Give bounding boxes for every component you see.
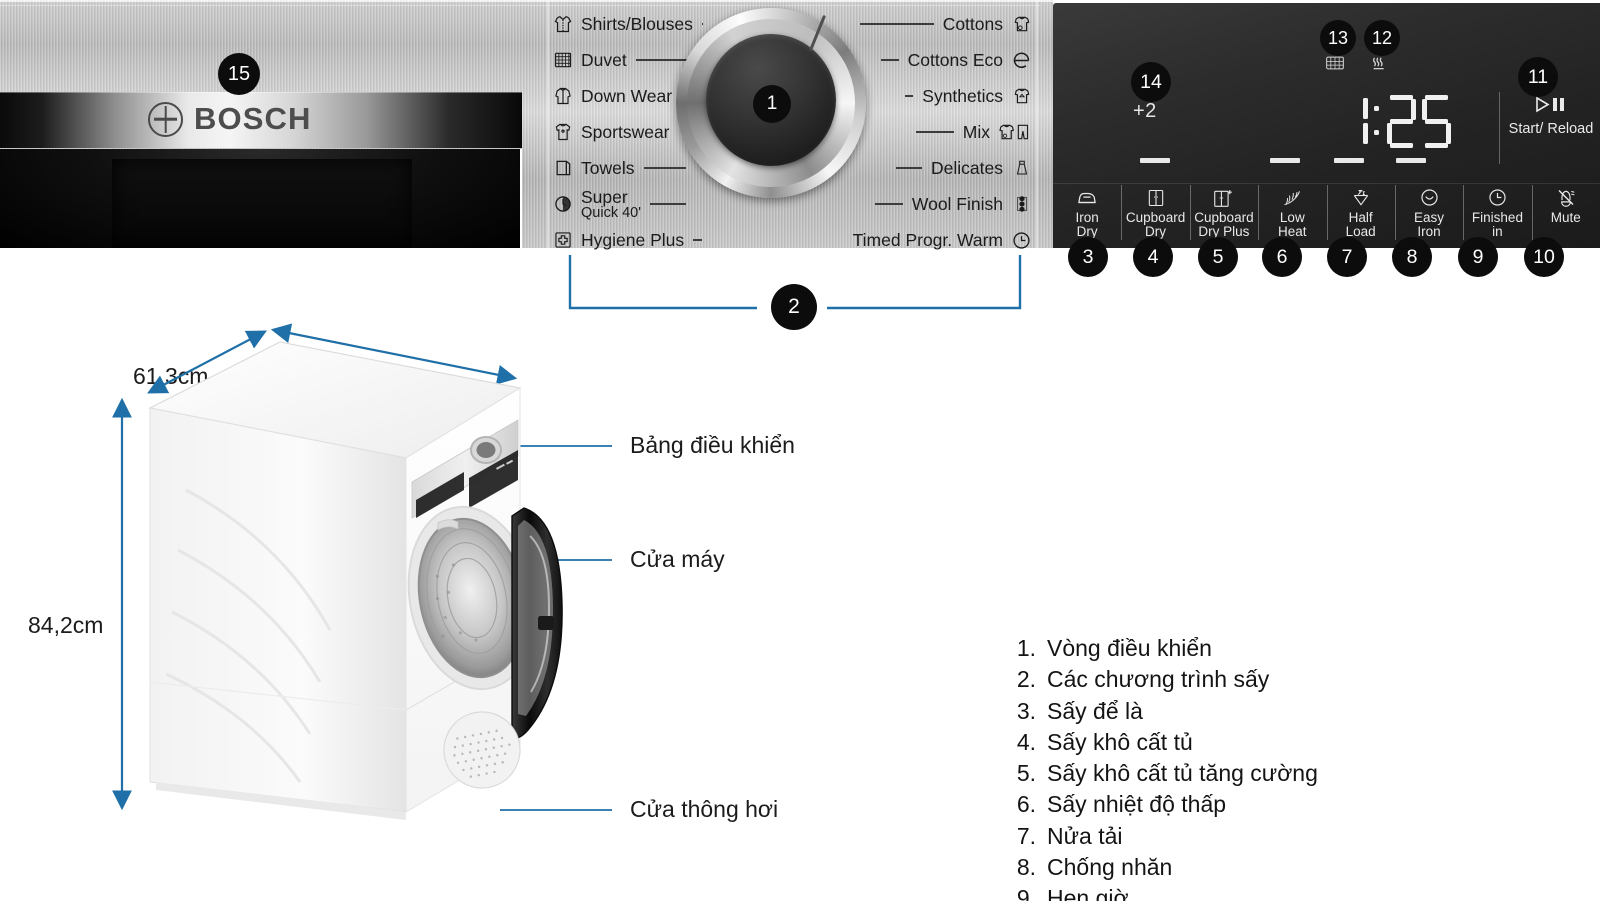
- legend-text: Sấy để là: [1047, 697, 1143, 724]
- callout-12-drying-status: 12: [1364, 20, 1400, 56]
- legend-text: Sấy nhiệt độ thấp: [1047, 791, 1227, 818]
- legend-number: 4.: [1016, 728, 1036, 755]
- callout-7-half-load: 7: [1327, 237, 1367, 277]
- door-label: Cửa máy: [630, 546, 725, 572]
- dryer-illustration: [148, 341, 563, 820]
- list-item: 2. Các chương trình sấy: [992, 664, 1552, 695]
- callout-13-self-clean: 13: [1320, 20, 1356, 56]
- callout-5-cupboard-dry-plus: 5: [1198, 237, 1238, 277]
- legend-text: Sấy khô cất tủ tăng cường: [1047, 760, 1318, 787]
- vent-label: Cửa thông hơi: [630, 796, 779, 822]
- callout-8-easy-iron: 8: [1392, 237, 1432, 277]
- legend-text: Vòng điều khiển: [1047, 635, 1212, 661]
- list-item: 9. Hẹn giờ: [992, 883, 1552, 901]
- callout-9-finished-in: 9: [1458, 237, 1498, 277]
- list-item: 5. Sấy khô cất tủ tăng cường: [992, 758, 1552, 789]
- callout-11-start-reload: 11: [1518, 57, 1558, 97]
- legend-number: 7.: [1016, 822, 1036, 849]
- legend-text: Nửa tải: [1047, 822, 1123, 849]
- legend-text: Sấy khô cất tủ: [1047, 728, 1193, 755]
- legend-number: 2.: [1016, 666, 1036, 693]
- legend-list: 1. Vòng điều khiển 2. Các chương trình s…: [992, 633, 1552, 901]
- legend-number: 1.: [1016, 635, 1036, 661]
- legend-number: 5.: [1016, 760, 1036, 787]
- control-panel-label: Bảng điều khiển: [630, 432, 795, 458]
- callout-3-iron-dry: 3: [1068, 237, 1108, 277]
- callout-4-cupboard-dry: 4: [1133, 237, 1173, 277]
- callout-15-condensate-drawer: 15: [218, 53, 260, 95]
- list-item: 3. Sấy để là: [992, 696, 1552, 727]
- legend-text: Chống nhăn: [1047, 854, 1173, 881]
- list-item: 6. Sấy nhiệt độ thấp: [992, 789, 1552, 820]
- legend-number: 9.: [1016, 885, 1036, 901]
- callout-2-programs: 2: [771, 284, 817, 330]
- list-item: 1. Vòng điều khiển: [992, 633, 1552, 664]
- list-item: 4. Sấy khô cất tủ: [992, 727, 1552, 758]
- callout-6-low-heat: 6: [1262, 237, 1302, 277]
- list-item: 8. Chống nhăn: [992, 852, 1552, 883]
- callout-14-dryness-indicator: 14: [1131, 62, 1171, 102]
- legend-text: Các chương trình sấy: [1047, 666, 1270, 693]
- legend-number: 6.: [1016, 791, 1036, 818]
- product-diagram-section: 61,3cm 59,8cm 84,2cm Bả: [0, 250, 1600, 901]
- callout-10-mute: 10: [1524, 237, 1564, 277]
- legend-text: Hẹn giờ: [1047, 885, 1129, 901]
- legend-number: 8.: [1016, 854, 1036, 881]
- list-item: 7. Nửa tải: [992, 821, 1552, 852]
- legend-number: 3.: [1016, 697, 1036, 724]
